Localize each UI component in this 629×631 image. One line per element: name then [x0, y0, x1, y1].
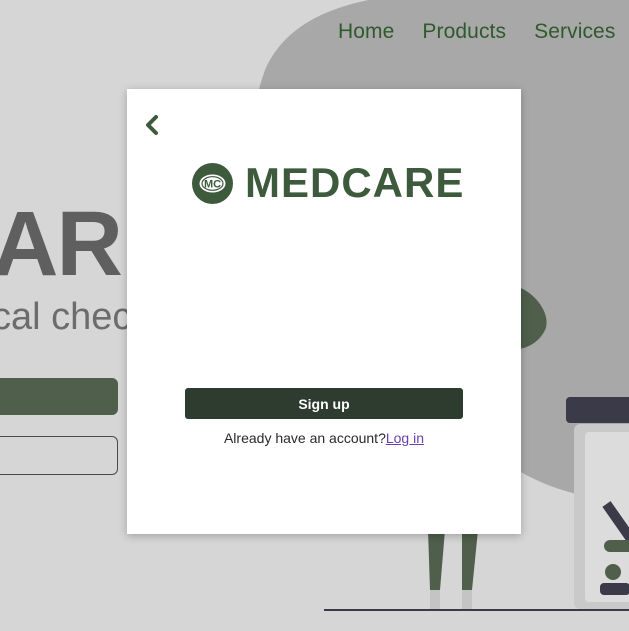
hero-primary-button[interactable] — [0, 378, 118, 415]
chevron-left-icon[interactable] — [141, 113, 163, 137]
logo-initials: MC — [204, 178, 221, 190]
main-nav: Home Products Services — [338, 20, 615, 44]
login-link[interactable]: Log in — [386, 430, 424, 446]
brand-name: MEDCARE — [245, 159, 465, 206]
nav-item-services[interactable]: Services — [534, 20, 615, 44]
hero-secondary-button[interactable] — [0, 436, 118, 475]
nav-item-products[interactable]: Products — [422, 20, 506, 44]
brand-logo: MC MEDCARE — [192, 159, 464, 207]
medcare-logo-icon: MC — [192, 162, 233, 204]
nav-item-home[interactable]: Home — [338, 20, 394, 44]
hero-title: AR — [0, 193, 123, 295]
login-prompt-text: Already have an account? — [223, 430, 386, 446]
landing-page: Home Products Services AR cal chec MC ME… — [0, 0, 629, 631]
signup-modal: MC MEDCARE Sign up Already have an accou… — [127, 89, 521, 534]
hero-subtitle: cal chec — [0, 296, 132, 338]
login-prompt-row: Already have an account?Log in — [127, 430, 521, 446]
sign-up-button[interactable]: Sign up — [185, 388, 463, 419]
